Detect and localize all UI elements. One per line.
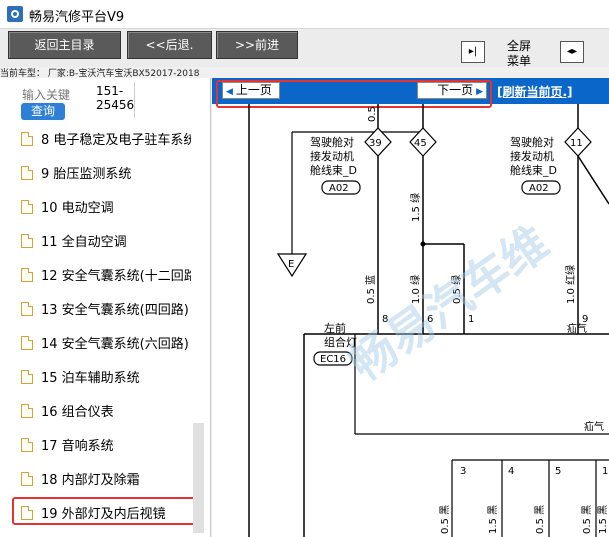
expand-icon[interactable]: ◂▸ xyxy=(560,41,584,63)
document-icon xyxy=(21,302,33,316)
search-value-line2: 25456 xyxy=(96,98,135,112)
bottom-wire-label-c: 0.5 黑 xyxy=(534,505,546,534)
bottom-wire-label-a: 0.5 黑 xyxy=(439,505,451,534)
search-label: 输入关键 xyxy=(22,88,71,102)
window-title: 畅易汽修平台V9 xyxy=(29,10,125,25)
bottom-wire-label-d: 0.5 黑 xyxy=(581,505,593,534)
document-icon xyxy=(21,132,33,146)
fullscreen-label: 全屏 xyxy=(506,39,531,53)
wire-mid-label-d: 1.0 红绿 xyxy=(564,265,577,304)
sidebar-item-label: 16 组合仪表 xyxy=(41,405,114,420)
diagram-viewer: ◀ 上一页 下一页 ▶ [刷新当前页.] 0.5 E 驾驶舱对 接发动机 舱线束_D… xyxy=(212,78,609,537)
ground-label: E xyxy=(288,259,294,270)
bottom-pin-10: 10 xyxy=(602,466,609,477)
selected-item-highlight xyxy=(12,497,198,525)
wire-mid-label-a: 0.5 蓝 xyxy=(365,275,377,304)
pin-39-label: 39 xyxy=(369,138,382,149)
document-icon xyxy=(21,404,33,418)
connector-left-line3: 舱线束_D xyxy=(310,163,357,177)
wire-top-label-b: 1.5 绿 xyxy=(409,193,422,222)
search-input[interactable]: 151- 25456 xyxy=(96,84,134,112)
search-divider xyxy=(134,82,135,118)
sidebar-item[interactable]: 16 组合仪表 xyxy=(21,399,191,427)
sidebar-item[interactable]: 10 电动空调 xyxy=(21,195,191,223)
pin-11-label: 11 xyxy=(570,138,583,149)
forward-button[interactable]: >>前进 xyxy=(216,31,298,59)
connector-left-line1: 驾驶舱对 xyxy=(310,135,354,149)
sidebar-item[interactable]: 8 电子稳定及电子驻车系统 xyxy=(21,127,191,155)
back-button[interactable]: <<后退. xyxy=(127,31,212,59)
sidebar: 输入关键 151- 25456 查询 8 电子稳定及电子驻车系统 9 胎压监测系统… xyxy=(0,78,211,537)
connector-right-line1: 驾驶舱对 xyxy=(510,135,554,149)
pin-45-label: 45 xyxy=(414,138,427,149)
document-icon xyxy=(21,472,33,486)
sidebar-item-label: 10 电动空调 xyxy=(41,201,114,216)
component-tag-text: EC16 xyxy=(320,354,346,365)
sidebar-item[interactable]: 9 胎压监测系统 xyxy=(21,161,191,189)
bottom-pin-5: 5 xyxy=(555,466,561,477)
wire-11-diag xyxy=(577,155,609,205)
sidebar-item-label: 14 安全气囊系统(六回路) xyxy=(41,337,189,352)
connector-left-line2: 接发动机 xyxy=(310,149,354,163)
wire-top-label-a: 0.5 xyxy=(367,106,378,122)
sidebar-item[interactable]: 18 内部灯及除霜 xyxy=(21,467,191,495)
refresh-page-link[interactable]: [刷新当前页.] xyxy=(497,83,573,100)
sidebar-item-label: 11 全自动空调 xyxy=(41,235,127,250)
document-icon xyxy=(21,336,33,350)
document-icon xyxy=(21,268,33,282)
sidebar-item-label: 15 泊车辅助系统 xyxy=(41,371,140,386)
sidebar-item[interactable]: 12 安全气囊系统(十二回路) xyxy=(21,263,191,291)
search-button[interactable]: 查询 xyxy=(21,103,65,120)
connector-tag-right-text: A02 xyxy=(529,183,549,194)
document-icon xyxy=(21,234,33,248)
app-logo-icon xyxy=(7,6,23,22)
sidebar-item-label: 8 电子稳定及电子驻车系统 xyxy=(41,133,191,148)
connector-right-line3: 舱线束_D xyxy=(510,163,557,177)
title-bar: 畅易汽修平台V9 xyxy=(0,0,609,29)
bottom-wire-label-e: 1.5 黑 xyxy=(597,505,609,534)
sidebar-item[interactable]: 11 全自动空调 xyxy=(21,229,191,257)
search-value-line1: 151- xyxy=(96,84,124,98)
sidebar-item[interactable]: 15 泊车辅助系统 xyxy=(21,365,191,393)
sidebar-item-label: 17 音响系统 xyxy=(41,439,114,454)
sidebar-item[interactable]: 14 安全气囊系统(六回路) xyxy=(21,331,191,359)
fog-label-2: 疝气 xyxy=(584,420,604,433)
document-icon xyxy=(21,438,33,452)
sidebar-item[interactable]: 17 音响系统 xyxy=(21,433,191,461)
connector-tag-left-text: A02 xyxy=(329,183,349,194)
document-icon xyxy=(21,200,33,214)
menu-label: 菜单 xyxy=(506,54,531,68)
sidebar-scrollbar[interactable] xyxy=(193,423,204,533)
document-icon xyxy=(21,166,33,180)
fullscreen-menu-label[interactable]: 全屏 菜单 xyxy=(499,39,539,69)
toolbar: 返回主目录 <<后退. >>前进 ▸| 全屏 菜单 ◂▸ xyxy=(0,29,609,69)
bottom-pin-3: 3 xyxy=(460,466,466,477)
document-icon xyxy=(21,370,33,384)
sidebar-item-label: 18 内部灯及除霜 xyxy=(41,473,140,488)
sidebar-item[interactable]: 13 安全气囊系统(四回路) xyxy=(21,297,191,325)
fog-label: 疝气 xyxy=(567,322,587,335)
sidebar-item-label: 12 安全气囊系统(十二回路) xyxy=(41,269,191,284)
bottom-wire-label-b: 1.5 黑 xyxy=(487,505,499,534)
connector-right-line2: 接发动机 xyxy=(510,149,554,163)
sidebar-item-label: 13 安全气囊系统(四回路) xyxy=(41,303,189,318)
back-to-main-button[interactable]: 返回主目录 xyxy=(8,31,121,59)
bottom-pin-4: 4 xyxy=(508,466,514,477)
panel-toggle-icon[interactable]: ▸| xyxy=(461,41,485,63)
sidebar-item-label: 9 胎压监测系统 xyxy=(41,167,132,182)
